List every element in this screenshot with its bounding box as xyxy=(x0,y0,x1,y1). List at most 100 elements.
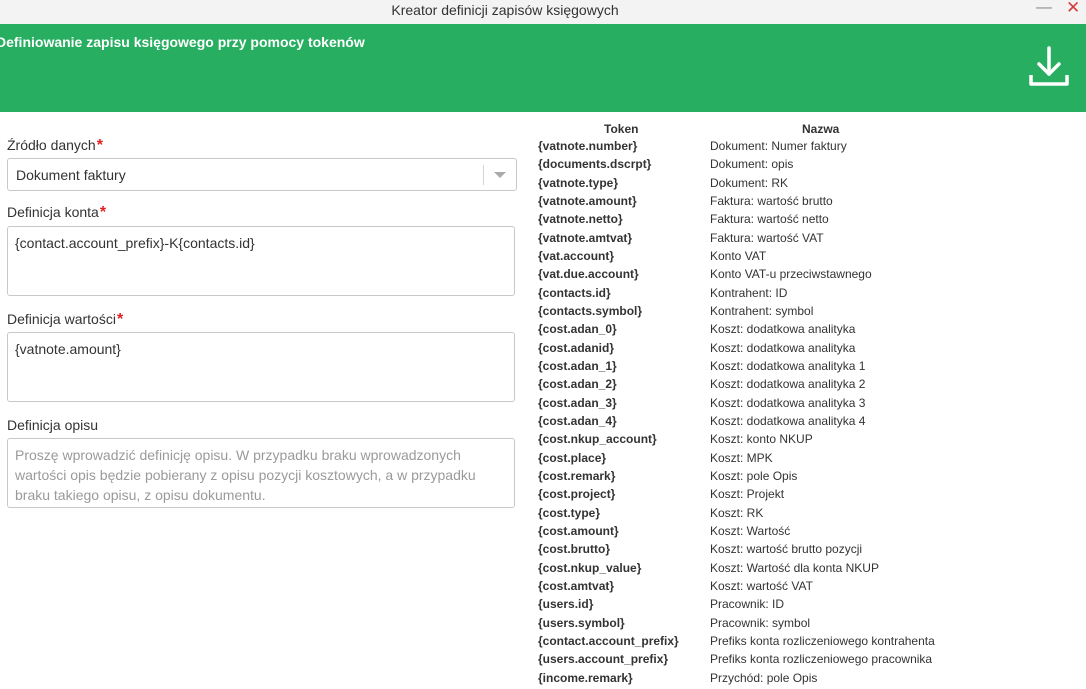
table-row[interactable]: {cost.adan_2} Koszt: dodatkowa analityka … xyxy=(538,377,1078,395)
source-select-value: Dokument faktury xyxy=(16,167,126,183)
token-cell: {cost.adan_2} xyxy=(538,377,617,392)
token-name-cell: Koszt: dodatkowa analityka xyxy=(710,322,856,337)
token-name-cell: Koszt: dodatkowa analityka 3 xyxy=(710,395,866,410)
table-row[interactable]: {cost.amtvat} Koszt: wartość VAT xyxy=(538,579,1078,597)
table-row[interactable]: {cost.adan_3} Koszt: dodatkowa analityka … xyxy=(538,396,1078,414)
token-cell: {vatnote.number} xyxy=(538,139,638,153)
token-cell: {vat.account} xyxy=(538,248,615,263)
required-mark: * xyxy=(96,137,103,154)
token-cell: {cost.amount} xyxy=(538,523,619,538)
token-name-cell: Koszt: dodatkowa analityka xyxy=(710,340,856,355)
table-row[interactable]: {users.symbol} Pracownik: symbol xyxy=(538,616,1078,634)
table-row[interactable]: {cost.adan_4} Koszt: dodatkowa analityka … xyxy=(538,414,1078,432)
table-row[interactable]: {contacts.symbol} Kontrahent: symbol xyxy=(538,304,1078,322)
table-row[interactable]: {contacts.id} Kontrahent: ID xyxy=(538,286,1078,304)
token-name-cell: Kontrahent: symbol xyxy=(710,303,814,318)
token-name-cell: Prefiks konta rozliczeniowego pracownika xyxy=(710,652,933,667)
token-name-cell: Koszt: pole Opis xyxy=(710,468,798,483)
token-name-cell: Koszt: dodatkowa analityka 2 xyxy=(710,377,866,392)
token-name-cell: Koszt: MPK xyxy=(710,450,773,465)
table-row[interactable]: {cost.brutto} Koszt: wartość brutto pozyc… xyxy=(538,542,1078,560)
window-title: Kreator definicji zapisów księgowych xyxy=(391,2,619,18)
token-cell: {users.symbol} xyxy=(538,615,625,630)
required-mark: * xyxy=(99,204,107,221)
token-name-cell: Koszt: wartość brutto pozycji xyxy=(710,542,863,557)
description-label: Definicja opisu xyxy=(7,417,99,433)
table-row[interactable]: {vatnote.netto} Faktura: wartość netto xyxy=(538,212,1078,230)
token-cell: {cost.place} xyxy=(538,450,607,465)
token-name-cell: Dokument: opis xyxy=(710,157,794,172)
table-row[interactable]: {users.account_prefix} Prefiks konta rozl… xyxy=(538,652,1078,670)
token-cell: {vat.due.account} xyxy=(538,267,639,282)
table-row[interactable]: {cost.place} Koszt: MPK xyxy=(538,451,1078,469)
token-name-cell: Pracownik: ID xyxy=(710,597,785,612)
table-row[interactable]: {cost.project} Koszt: Projekt xyxy=(538,487,1078,505)
table-row[interactable]: {documents.dscrpt} Dokument: opis xyxy=(538,157,1078,175)
required-mark: * xyxy=(116,311,124,328)
token-name-cell: Koszt: Projekt xyxy=(710,487,785,502)
table-row[interactable]: {cost.remark} Koszt: pole Opis xyxy=(538,469,1078,487)
table-row[interactable]: {vat.account} Konto VAT xyxy=(538,249,1078,267)
token-name-cell: Pracownik: symbol xyxy=(710,615,811,630)
token-cell: {vatnote.amount} xyxy=(538,193,637,208)
token-name-cell: Koszt: RK xyxy=(710,505,764,520)
source-select[interactable]: Dokument faktury xyxy=(7,158,517,191)
token-cell: {cost.project} xyxy=(538,487,616,502)
token-cell: {cost.adan_3} xyxy=(538,395,617,410)
token-cell: {cost.adanid} xyxy=(538,340,615,355)
table-row[interactable]: {vatnote.number} Dokument: Numer faktury xyxy=(538,139,1078,157)
account-label: Definicja konta* xyxy=(7,204,106,222)
window-titlebar: Kreator definicji zapisów księgowych — ✕ xyxy=(0,0,1086,24)
token-cell: {cost.remark} xyxy=(538,468,616,483)
table-row[interactable]: {cost.type} Koszt: RK xyxy=(538,506,1078,524)
token-name-cell: Koszt: wartość VAT xyxy=(710,578,813,593)
table-row[interactable]: {cost.adanid} Koszt: dodatkowa analityka xyxy=(538,341,1078,359)
token-cell: {cost.adan_1} xyxy=(538,358,617,373)
token-name-cell: Koszt: Wartość dla konta NKUP xyxy=(710,560,879,575)
chevron-down-icon[interactable] xyxy=(494,172,506,178)
token-name-cell: Koszt: dodatkowa analityka 1 xyxy=(710,358,866,373)
token-cell: {cost.adan_0} xyxy=(538,322,617,337)
token-cell: {vatnote.amtvat} xyxy=(538,230,633,245)
token-name-cell: Konto VAT-u przeciwstawnego xyxy=(710,267,872,282)
account-definition-field[interactable]: {contact.account_prefix}-K{contacts.id} xyxy=(7,226,515,296)
page-title: Definiowanie zapisu księgowego przy pomo… xyxy=(0,34,365,50)
token-name-cell: Faktura: wartość VAT xyxy=(710,230,824,245)
table-row[interactable]: {cost.amount} Koszt: Wartość xyxy=(538,524,1078,542)
token-cell: {cost.adan_4} xyxy=(538,413,617,428)
token-cell: {users.account_prefix} xyxy=(538,652,669,667)
token-cell: {income.remark} xyxy=(538,670,633,685)
token-cell: {cost.nkup_account} xyxy=(538,432,657,447)
table-row[interactable]: {vat.due.account} Konto VAT-u przeciwstaw… xyxy=(538,267,1078,285)
table-row[interactable]: {cost.adan_1} Koszt: dodatkowa analityka … xyxy=(538,359,1078,377)
amount-label-text: Definicja wartości xyxy=(7,311,116,327)
token-cell: {cost.type} xyxy=(538,505,601,520)
token-name-cell: Faktura: wartość netto xyxy=(710,212,829,227)
table-row[interactable]: {cost.nkup_value} Koszt: Wartość dla kont… xyxy=(538,561,1078,579)
table-row[interactable]: {contact.account_prefix} Prefiks konta ro… xyxy=(538,634,1078,652)
token-name-cell: Kontrahent: ID xyxy=(710,285,788,300)
name-column-header: Nazwa xyxy=(802,122,840,136)
download-icon xyxy=(1029,46,1069,86)
table-row[interactable]: {cost.adan_0} Koszt: dodatkowa analityka xyxy=(538,322,1078,340)
minimize-button[interactable]: — xyxy=(1036,0,1052,20)
token-cell: {users.id} xyxy=(538,597,594,612)
table-row[interactable]: {cost.nkup_account} Koszt: konto NKUP xyxy=(538,432,1078,450)
token-cell: {vatnote.type} xyxy=(538,175,619,190)
table-row[interactable]: {users.id} Pracownik: ID xyxy=(538,597,1078,615)
table-row[interactable]: {vatnote.type} Dokument: RK xyxy=(538,176,1078,194)
token-cell: {contacts.symbol} xyxy=(538,303,643,318)
description-definition-field[interactable]: Proszę wprowadzić definicję opisu. W prz… xyxy=(7,438,515,508)
select-divider xyxy=(483,165,484,185)
token-name-cell: Dokument: RK xyxy=(710,175,789,190)
table-row[interactable]: {vatnote.amount} Faktura: wartość brutto xyxy=(538,194,1078,212)
close-button[interactable]: ✕ xyxy=(1066,0,1082,20)
table-row[interactable]: {vatnote.amtvat} Faktura: wartość VAT xyxy=(538,231,1078,249)
token-cell: {cost.amtvat} xyxy=(538,578,615,593)
account-label-text: Definicja konta xyxy=(7,204,99,220)
amount-definition-field[interactable]: {vatnote.amount} xyxy=(7,332,515,402)
source-label: Źródło danych* xyxy=(7,137,103,155)
table-row[interactable]: {income.remark} Przychód: pole Opis xyxy=(538,671,1078,689)
token-cell: {documents.dscrpt} xyxy=(538,157,652,172)
download-button[interactable] xyxy=(1026,44,1072,92)
